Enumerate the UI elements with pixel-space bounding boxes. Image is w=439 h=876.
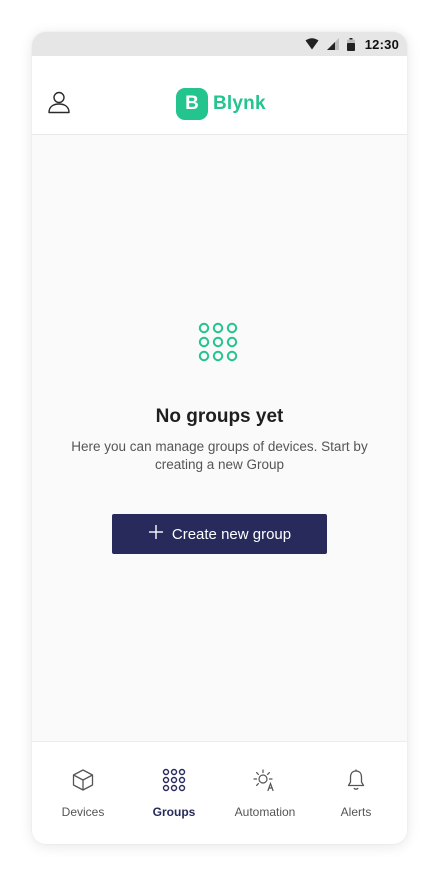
blynk-logo: B Blynk <box>176 88 266 120</box>
app-header: B Blynk <box>32 56 407 135</box>
logo-text: Blynk <box>213 93 266 114</box>
wifi-icon <box>305 38 319 50</box>
create-button-label: Create new group <box>171 525 292 543</box>
nav-item-alerts[interactable]: Alerts <box>309 742 403 844</box>
groups-grid-icon <box>198 322 238 362</box>
nav-item-automation[interactable]: Automation <box>218 742 312 844</box>
profile-button[interactable] <box>44 89 74 119</box>
nav-label-devices: Devices <box>61 805 105 819</box>
empty-state-title: No groups yet <box>155 406 284 427</box>
status-time: 12:30 <box>364 36 399 52</box>
user-icon <box>47 90 71 119</box>
nav-label-alerts: Alerts <box>340 805 372 819</box>
cube-icon <box>36 767 130 793</box>
plus-icon <box>148 524 164 544</box>
empty-state-description: Here you can manage groups of devices. S… <box>71 439 368 472</box>
battery-icon <box>346 37 355 51</box>
bell-icon <box>309 767 403 793</box>
create-new-group-button[interactable]: Create new group <box>112 514 327 554</box>
status-icons: 12:30 <box>305 32 399 56</box>
bottom-navigation: Devices Groups Automation Alerts <box>32 741 407 844</box>
phone-screen: 12:30 B Blynk No groups yet Here you can… <box>32 32 407 844</box>
grid-dots-icon <box>127 767 221 793</box>
nav-label-automation: Automation <box>234 805 296 819</box>
nav-item-devices[interactable]: Devices <box>36 742 130 844</box>
logo-badge: B <box>176 88 208 120</box>
status-bar: 12:30 <box>32 32 407 56</box>
cellular-signal-icon <box>326 38 339 50</box>
sun-automation-icon <box>218 767 312 793</box>
nav-item-groups[interactable]: Groups <box>127 742 221 844</box>
nav-label-groups: Groups <box>152 805 196 819</box>
